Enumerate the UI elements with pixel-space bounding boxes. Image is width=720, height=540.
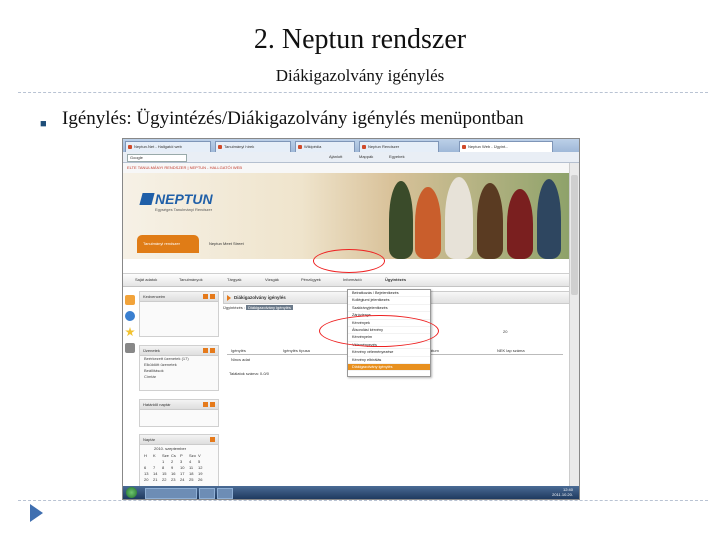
browser-tab[interactable]: Wikipédia <box>295 141 355 152</box>
calendar-day[interactable]: 20 <box>144 477 153 483</box>
calendar-day[interactable]: 25 <box>189 477 198 483</box>
page-icon <box>128 145 132 149</box>
dropdown-item[interactable]: Kérvény véleményezése <box>348 349 430 357</box>
left-icon-bar <box>123 291 137 391</box>
dropdown-item[interactable]: Beiratkozás / Bejelentkezés <box>348 290 430 298</box>
page-icon <box>298 145 302 149</box>
favorites-box-header: Kedvenceim <box>140 292 218 302</box>
close-icon[interactable] <box>210 294 215 299</box>
close-icon[interactable] <box>210 402 215 407</box>
minimize-icon[interactable] <box>203 294 208 299</box>
page-icon <box>362 145 366 149</box>
highlight-oval-menu <box>313 249 385 273</box>
students-photo <box>359 173 569 259</box>
toolbar-more[interactable]: Egyebek <box>389 154 405 160</box>
toolbar-favorites[interactable]: Ajánlott <box>329 154 342 160</box>
minimize-icon[interactable] <box>203 402 208 407</box>
calendar-month: 2010. szeptember <box>154 446 187 451</box>
dropdown-item[interactable]: Kérvény elbírálás <box>348 357 430 365</box>
tab-meet-street[interactable]: Neptun Meet Street <box>203 235 250 253</box>
calendar-day[interactable]: 24 <box>180 477 189 483</box>
column-header[interactable]: Igénylés típusa <box>283 347 310 354</box>
top-divider <box>18 92 708 93</box>
menu-sajat-adatok[interactable]: Saját adatok <box>135 274 157 286</box>
neptun-logo-icon <box>139 193 155 205</box>
filter-row: Ügyintézés : Diákigazolvány igénylés <box>223 305 293 310</box>
browser-screenshot: Neptun.Net - Hallgatói web Tanulmányi hí… <box>122 138 580 500</box>
minimize-icon[interactable] <box>203 348 208 353</box>
vertical-scrollbar[interactable] <box>569 163 579 486</box>
slide-subtitle: Diákigazolvány igénylés <box>275 66 445 85</box>
browser-toolbar: Google Ajánlott Mappák Egyebek <box>123 152 579 163</box>
bottom-divider <box>18 500 708 501</box>
menu-vizsgak[interactable]: Vizsgák <box>265 274 279 286</box>
close-icon[interactable] <box>210 348 215 353</box>
settings-icon[interactable] <box>125 343 135 353</box>
dropdown-item[interactable]: Szakirányjelentkezés <box>348 305 430 313</box>
close-icon[interactable] <box>210 437 215 442</box>
calendar-day[interactable]: 26 <box>198 477 207 483</box>
browser-tab-active[interactable]: Neptun Web - Ügyint... <box>459 141 553 152</box>
calendar-deadline-header: Határidő naptár <box>140 400 218 410</box>
main-menu: Saját adatok Tanulmányok Tárgyak Vizsgák… <box>123 273 569 287</box>
column-header[interactable]: Igénylés <box>231 347 246 354</box>
arrow-icon <box>227 295 231 301</box>
menu-informacio[interactable]: Információ <box>343 274 362 286</box>
neptun-logo-subtitle: Egységes Tanulmányi Rendszer <box>155 207 213 212</box>
dropdown-item[interactable]: Kollégiumi jelentkezés <box>348 297 430 305</box>
bullet-text: Igénylés: Ügyintézés/Diákigazolvány igén… <box>62 108 524 129</box>
calendar-day[interactable]: 23 <box>171 477 180 483</box>
page-icon <box>218 145 222 149</box>
taskbar-button[interactable] <box>199 488 215 499</box>
folder-icon[interactable] <box>125 311 135 321</box>
slide-title: 2. Neptun rendszer <box>253 24 467 55</box>
tab-tanulmanyi-rendszer[interactable]: Tanulmányi rendszer <box>137 235 199 253</box>
filter-select[interactable]: Diákigazolvány igénylés <box>246 305 293 310</box>
table-row: Nincs adat <box>231 357 250 362</box>
next-slide-icon[interactable] <box>30 504 43 522</box>
toolbar-folders[interactable]: Mappák <box>359 154 373 160</box>
browser-tab[interactable]: Neptun.Net - Hallgatói web <box>125 141 211 152</box>
messages-box: Üzenetek Beérkezett üzenetek (17) Elküld… <box>139 345 219 391</box>
calendar-header: Naptár <box>140 435 218 445</box>
browser-tab[interactable]: Neptun Rendszer <box>359 141 439 152</box>
bullet-icon: ■ <box>40 118 47 130</box>
home-icon[interactable] <box>125 295 135 305</box>
start-button-icon[interactable] <box>126 487 137 498</box>
windows-taskbar: 12:40 2011.10.20. <box>123 486 579 499</box>
neptun-header: NEPTUN Egységes Tanulmányi Rendszer Tanu… <box>123 173 569 259</box>
page-icon <box>462 145 466 149</box>
table-footer: Találatok száma: 0-0/0 <box>229 371 270 376</box>
menu-tanulmanyok[interactable]: Tanulmányok <box>179 274 203 286</box>
favorites-box: Kedvenceim <box>139 291 219 337</box>
menu-penzugyek[interactable]: Pénzügyek <box>301 274 321 286</box>
calendar-day[interactable]: 22 <box>162 477 171 483</box>
column-header[interactable]: NEK lap száma <box>497 347 525 354</box>
highlight-oval-item <box>319 315 439 347</box>
calendar-day[interactable]: 21 <box>153 477 162 483</box>
calendar-deadline-box: Határidő naptár <box>139 399 219 427</box>
per-page-select[interactable]: 20 <box>503 329 507 334</box>
dropdown-item-diakigazolvany[interactable]: Diákigazolvány igénylés <box>348 364 430 372</box>
calendar-week: 20 21 22 23 24 25 26 <box>144 477 207 483</box>
taskbar-button[interactable] <box>145 488 197 499</box>
neptun-logo[interactable]: NEPTUN <box>155 191 213 207</box>
message-link[interactable]: Címtár <box>140 374 218 380</box>
calendar-grid: H K Sze Cs P Szo V 1 2 3 4 5 6 7 8 9 10 11 12 13 14 15 16 17 18 1… <box>144 453 207 483</box>
search-box[interactable]: Google <box>127 154 187 162</box>
browser-tab-strip: Neptun.Net - Hallgatói web Tanulmányi hí… <box>123 139 579 152</box>
menu-targyak[interactable]: Tárgyak <box>227 274 241 286</box>
taskbar-clock: 12:40 2011.10.20. <box>552 487 573 497</box>
calendar-box: Naptár 2010. szeptember H K Sze Cs P Szo V 1 2 3 4… <box>139 434 219 488</box>
star-icon[interactable] <box>125 327 135 337</box>
taskbar-button[interactable] <box>217 488 233 499</box>
neptun-page: ELTE TANULMÁNYI RENDSZER | NEPTUN - HALL… <box>123 163 579 488</box>
scrollbar-thumb[interactable] <box>571 175 578 295</box>
messages-box-header: Üzenetek <box>140 346 218 356</box>
menu-ugyintezes[interactable]: Ügyintézés <box>385 274 406 286</box>
browser-tab[interactable]: Tanulmányi hírek <box>215 141 291 152</box>
